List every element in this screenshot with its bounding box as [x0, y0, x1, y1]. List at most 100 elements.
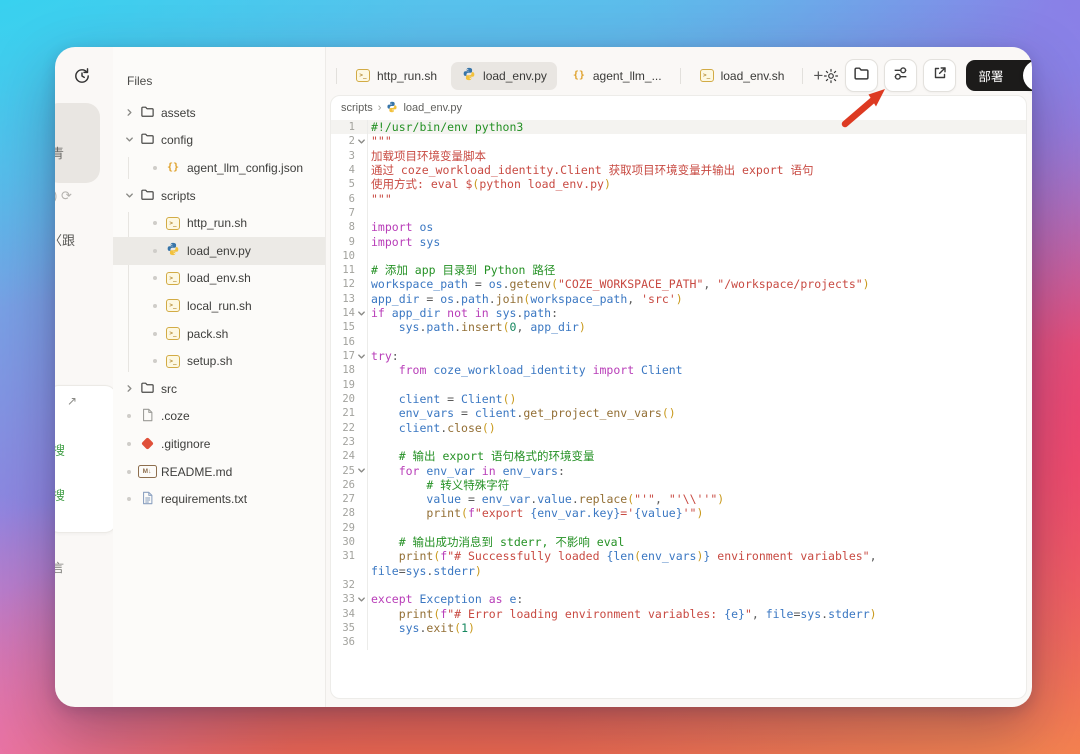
rail-partial-text-2: 〈跟 — [55, 233, 76, 248]
code-line[interactable]: 30 # 输出成功消息到 stderr, 不影响 eval — [331, 535, 1026, 549]
code-line[interactable]: 15 sys.path.insert(0, app_dir) — [331, 320, 1026, 334]
code-line[interactable]: 29 — [331, 521, 1026, 535]
code-editor[interactable]: 1 #!/usr/bin/env python3 2 """ 3 加载项目环境变量脚本 4 通… — [331, 120, 1026, 650]
fold-chevron-icon — [355, 292, 367, 306]
tab-load-env-py[interactable]: load_env.py — [451, 61, 557, 90]
code-line[interactable]: 24 # 输出 export 语句格式的环境变量 — [331, 449, 1026, 463]
files-toggle-button[interactable] — [845, 59, 879, 92]
fold-chevron-icon[interactable] — [355, 592, 367, 606]
new-tab-button[interactable]: + — [813, 63, 823, 89]
chevron-down-icon[interactable] — [125, 189, 134, 203]
tree-item-load-env-py[interactable]: load_env.py — [113, 236, 325, 265]
file-dot-icon — [127, 497, 131, 502]
code-line[interactable]: 25 for env_var in env_vars: — [331, 464, 1026, 478]
code-line[interactable]: 32 — [331, 578, 1026, 592]
tree-item-coze[interactable]: .coze — [113, 403, 325, 431]
code-line[interactable]: 34 print(f"# Error loading environment v… — [331, 607, 1026, 621]
code-line[interactable]: 2 """ — [331, 134, 1026, 148]
code-line[interactable]: 19 — [331, 378, 1026, 392]
code-line[interactable]: 20 client = Client() — [331, 392, 1026, 406]
settings-button[interactable] — [884, 59, 918, 92]
fold-chevron-icon — [355, 421, 367, 435]
tree-item-pack-sh[interactable]: >_ pack.sh — [113, 320, 325, 348]
code-line[interactable]: 23 — [331, 435, 1026, 449]
code-line[interactable]: 17 try: — [331, 349, 1026, 363]
tree-item-setup-sh[interactable]: >_ setup.sh — [113, 347, 325, 375]
tree-item-local-run-sh[interactable]: >_ local_run.sh — [113, 292, 325, 320]
code-line[interactable]: 10 — [331, 249, 1026, 263]
line-number: 9 — [348, 235, 355, 248]
line-number: 20 — [342, 392, 355, 405]
theme-sun-icon[interactable] — [823, 63, 839, 89]
file-dot-icon — [127, 441, 131, 446]
tab-separator — [802, 67, 804, 84]
code-line[interactable]: 31 print(f"# Successfully loaded {len(en… — [331, 549, 1026, 563]
deploy-button[interactable]: 部署 — [966, 60, 1032, 91]
rail-mini-card[interactable] — [55, 385, 117, 533]
code-line[interactable]: 21 env_vars = client.get_project_env_var… — [331, 406, 1026, 420]
fold-chevron-icon[interactable] — [355, 134, 367, 148]
python-icon — [462, 67, 476, 84]
code-line[interactable]: 36 — [331, 635, 1026, 649]
pin-cursor-badge[interactable] — [1023, 60, 1032, 91]
tree-item-assets[interactable]: assets — [113, 99, 325, 127]
rail-partial-text-3: 搜 — [55, 443, 66, 458]
code-line[interactable]: 11 # 添加 app 目录到 Python 路径 — [331, 263, 1026, 277]
code-line[interactable]: 4 通过 coze_workload_identity.Client 获取项目环境… — [331, 163, 1026, 177]
folder-icon — [140, 380, 155, 398]
code-line[interactable]: 13 app_dir = os.path.join(workspace_path,… — [331, 292, 1026, 306]
code-line[interactable]: 3 加载项目环境变量脚本 — [331, 149, 1026, 163]
tree-item-gitignore[interactable]: .gitignore — [113, 430, 325, 458]
tree-item-load-env-sh[interactable]: >_ load_env.sh — [113, 265, 325, 293]
history-icon[interactable] — [73, 67, 91, 90]
tree-item-label: load_env.py — [187, 243, 251, 258]
breadcrumb-file[interactable]: load_env.py — [403, 102, 462, 114]
fold-chevron-icon[interactable] — [355, 464, 367, 478]
fold-chevron-icon[interactable] — [355, 306, 367, 320]
tab-http-run-sh[interactable]: >_ http_run.sh — [345, 62, 447, 90]
code-line[interactable]: 22 client.close() — [331, 421, 1026, 435]
code-line[interactable]: 26 # 转义特殊字符 — [331, 478, 1026, 492]
tree-item-agent-llm-config-json[interactable]: {} agent_llm_config.json — [113, 154, 325, 182]
line-number: 2 — [348, 135, 355, 148]
code-line[interactable]: 35 sys.exit(1) — [331, 621, 1026, 635]
chevron-down-icon[interactable] — [125, 133, 134, 147]
code-line[interactable]: 8 import os — [331, 220, 1026, 234]
code-line[interactable]: 6 """ — [331, 192, 1026, 206]
code-line[interactable]: 1 #!/usr/bin/env python3 — [331, 120, 1026, 135]
line-number: 19 — [342, 378, 355, 391]
code-line[interactable]: 5 使用方式: eval $(python load_env.py) — [331, 177, 1026, 191]
tree-item-readme-md[interactable]: M↓ README.md — [113, 458, 325, 486]
breadcrumb[interactable]: scripts › load_env.py — [331, 96, 1026, 120]
code-line[interactable]: 14 if app_dir not in sys.path: — [331, 306, 1026, 320]
fold-chevron-icon — [355, 392, 367, 406]
file-dot-icon — [153, 303, 157, 308]
code-line[interactable]: 33 except Exception as e: — [331, 592, 1026, 606]
code-line[interactable]: 16 — [331, 335, 1026, 349]
json-braces-icon: {} — [572, 69, 585, 81]
chevron-right-icon[interactable] — [125, 382, 134, 396]
tree-item-requirements-txt[interactable]: requirements.txt — [113, 485, 325, 513]
code-line[interactable]: 28 print(f"export {env_var.key}='{value}… — [331, 506, 1026, 520]
open-external-button[interactable] — [923, 59, 957, 92]
line-number: 21 — [342, 407, 355, 420]
code-line[interactable]: 18 from coze_workload_identity import Cl… — [331, 363, 1026, 377]
folder-icon — [853, 65, 870, 87]
tree-item-config[interactable]: config — [113, 127, 325, 155]
tree-item-src[interactable]: src — [113, 375, 325, 403]
breadcrumb-folder[interactable]: scripts — [341, 102, 373, 114]
tab-agent-llm[interactable]: {} agent_llm_... — [561, 62, 672, 90]
code-line[interactable]: 7 — [331, 206, 1026, 220]
line-number: 34 — [342, 607, 355, 620]
code-line[interactable]: 9 import sys — [331, 235, 1026, 249]
tree-item-http-run-sh[interactable]: >_ http_run.sh — [113, 209, 325, 237]
chevron-right-icon[interactable] — [125, 106, 134, 120]
code-line[interactable]: file=sys.stderr) — [331, 564, 1026, 578]
tree-item-scripts[interactable]: scripts — [113, 182, 325, 210]
tab-load-env-sh[interactable]: >_ load_env.sh — [689, 62, 795, 90]
rail-partial-text-4: ⟩ — [55, 463, 56, 477]
code-line[interactable]: 12 workspace_path = os.getenv("COZE_WORKS… — [331, 277, 1026, 291]
file-dot-icon — [127, 469, 131, 474]
code-line[interactable]: 27 value = env_var.value.replace("'", "'… — [331, 492, 1026, 506]
fold-chevron-icon[interactable] — [355, 349, 367, 363]
